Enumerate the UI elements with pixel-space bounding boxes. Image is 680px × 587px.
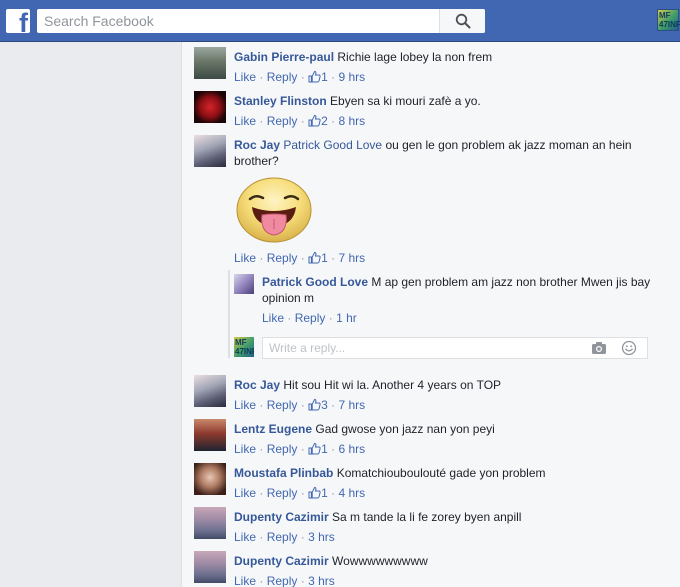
facebook-logo[interactable]: f bbox=[6, 9, 30, 33]
comment-text: Wowwwwwwwww bbox=[332, 554, 428, 568]
reply-link[interactable]: Reply bbox=[267, 442, 298, 456]
thumbs-up-icon bbox=[308, 442, 321, 455]
like-count[interactable]: 1 bbox=[308, 442, 328, 456]
reply-link[interactable]: Reply bbox=[295, 311, 326, 325]
tongue-out-sticker[interactable] bbox=[236, 177, 312, 243]
comment-text: Komatchiouboulouté gade yon problem bbox=[336, 466, 546, 480]
left-gutter bbox=[0, 42, 181, 587]
profile-avatar[interactable]: MF 47INF bbox=[657, 9, 680, 31]
camera-icon[interactable] bbox=[591, 341, 607, 355]
reply-author[interactable]: Patrick Good Love bbox=[262, 275, 368, 289]
like-count[interactable]: 1 bbox=[308, 486, 328, 500]
like-count[interactable]: 3 bbox=[308, 398, 328, 412]
timestamp[interactable]: 4 hrs bbox=[338, 486, 365, 500]
reply-box bbox=[262, 337, 648, 359]
avatar[interactable] bbox=[194, 135, 226, 167]
timestamp[interactable]: 9 hrs bbox=[338, 70, 365, 84]
comment-author[interactable]: Dupenty Cazimir bbox=[234, 554, 329, 568]
avatar[interactable] bbox=[194, 47, 226, 79]
reply-input[interactable] bbox=[263, 338, 583, 358]
avatar[interactable] bbox=[194, 507, 226, 539]
like-count[interactable]: 1 bbox=[308, 251, 328, 265]
timestamp[interactable]: 7 hrs bbox=[338, 398, 365, 412]
like-link[interactable]: Like bbox=[234, 251, 256, 265]
profile-initials: MF 47INF bbox=[659, 11, 680, 29]
thumbs-up-icon bbox=[308, 251, 321, 264]
timestamp[interactable]: 8 hrs bbox=[338, 114, 365, 128]
search-icon bbox=[455, 13, 471, 29]
like-link[interactable]: Like bbox=[234, 70, 256, 84]
thumbs-up-icon bbox=[308, 70, 321, 83]
thumbs-up-icon bbox=[308, 398, 321, 411]
avatar[interactable] bbox=[194, 91, 226, 123]
like-link[interactable]: Like bbox=[262, 311, 284, 325]
like-link[interactable]: Like bbox=[234, 398, 256, 412]
comment-text: Sa m tande la li fe zorey byen anpill bbox=[332, 510, 522, 524]
avatar[interactable] bbox=[234, 274, 254, 294]
comment-author[interactable]: Lentz Eugene bbox=[234, 422, 312, 436]
reply-link[interactable]: Reply bbox=[267, 530, 298, 544]
thumbs-up-icon bbox=[308, 486, 321, 499]
comment-author[interactable]: Roc Jay bbox=[234, 378, 280, 392]
comment-author[interactable]: Roc Jay bbox=[234, 138, 280, 152]
reply-link[interactable]: Reply bbox=[267, 574, 298, 587]
avatar[interactable] bbox=[194, 375, 226, 407]
reply-composer: MF 47INF bbox=[234, 337, 648, 359]
reply-link[interactable]: Reply bbox=[267, 398, 298, 412]
comment-text: Ebyen sa ki mouri zafè a yo. bbox=[330, 94, 481, 108]
like-link[interactable]: Like bbox=[234, 114, 256, 128]
timestamp[interactable]: 3 hrs bbox=[308, 574, 335, 587]
timestamp[interactable]: 7 hrs bbox=[338, 251, 365, 265]
reply-link[interactable]: Reply bbox=[267, 70, 298, 84]
comment-author[interactable]: Gabin Pierre-paul bbox=[234, 50, 334, 64]
comment-text: Richie lage lobey la non frem bbox=[337, 50, 493, 64]
mention-link[interactable]: Patrick Good Love bbox=[283, 138, 382, 152]
timestamp[interactable]: 6 hrs bbox=[338, 442, 365, 456]
comment-text: Gad gwose yon jazz nan yon peyi bbox=[315, 422, 495, 436]
like-count[interactable]: 2 bbox=[308, 114, 328, 128]
search-bar bbox=[37, 9, 485, 33]
like-link[interactable]: Like bbox=[234, 574, 256, 587]
like-link[interactable]: Like bbox=[234, 486, 256, 500]
timestamp[interactable]: 1 hr bbox=[336, 311, 357, 325]
my-avatar: MF 47INF bbox=[234, 337, 254, 357]
emoji-icon[interactable] bbox=[621, 340, 637, 356]
thumbs-up-icon bbox=[308, 114, 321, 127]
reply-link[interactable]: Reply bbox=[267, 486, 298, 500]
comment-author[interactable]: Moustafa Plinbab bbox=[234, 466, 333, 480]
avatar[interactable] bbox=[194, 463, 226, 495]
search-button[interactable] bbox=[439, 9, 485, 33]
top-bar: f MF 47INF bbox=[0, 0, 680, 42]
timestamp[interactable]: 3 hrs bbox=[308, 530, 335, 544]
comment-text: Hit sou Hit wi la. Another 4 years on TO… bbox=[283, 378, 502, 392]
avatar[interactable] bbox=[194, 551, 226, 583]
comment-author[interactable]: Stanley Flinston bbox=[234, 94, 327, 108]
like-link[interactable]: Like bbox=[234, 442, 256, 456]
avatar[interactable] bbox=[194, 419, 226, 451]
reply-link[interactable]: Reply bbox=[267, 251, 298, 265]
reply-link[interactable]: Reply bbox=[267, 114, 298, 128]
like-count[interactable]: 1 bbox=[308, 70, 328, 84]
comment-author[interactable]: Dupenty Cazimir bbox=[234, 510, 329, 524]
search-input[interactable] bbox=[37, 9, 441, 33]
reply-thread-line bbox=[228, 270, 230, 358]
like-link[interactable]: Like bbox=[234, 530, 256, 544]
